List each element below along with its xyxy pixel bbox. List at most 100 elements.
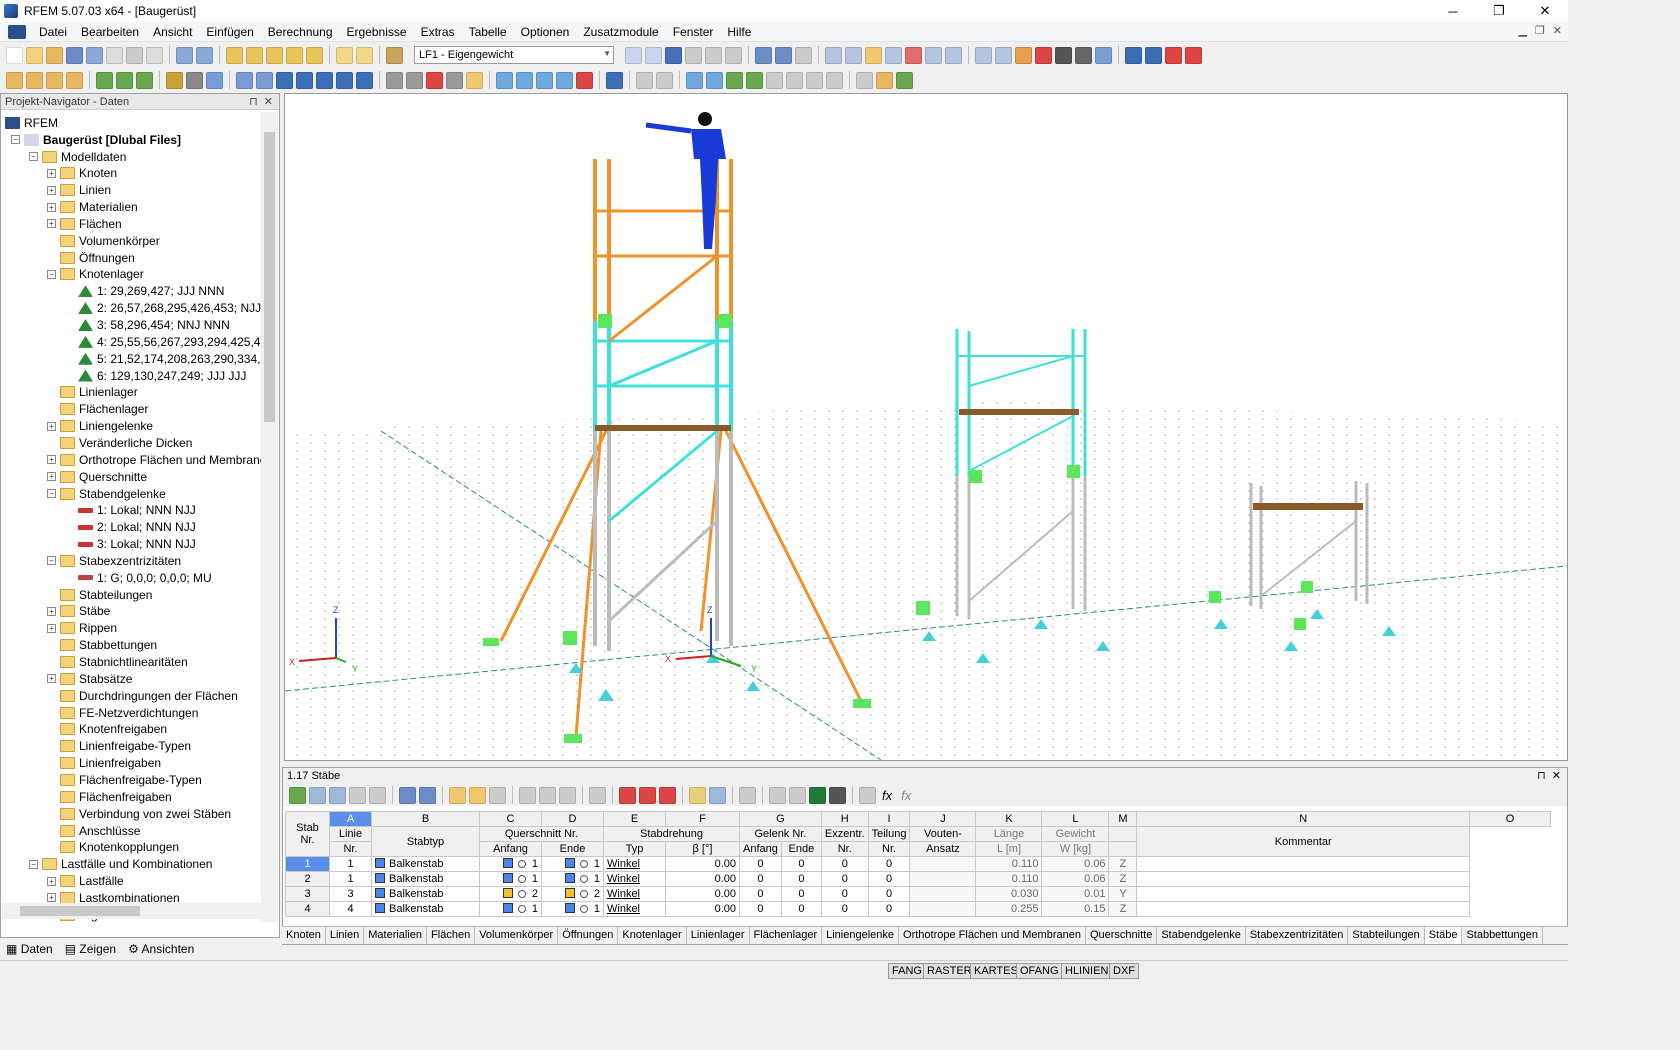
expand-icon[interactable]: +	[47, 674, 56, 684]
cell-linie[interactable]: 1	[329, 856, 372, 872]
expand-icon[interactable]: +	[47, 219, 56, 229]
support-icon[interactable]	[116, 71, 133, 89]
table-up-icon[interactable]	[519, 786, 536, 804]
tree-item[interactable]: − Knotenlager	[47, 266, 144, 283]
cell-vouten[interactable]	[909, 901, 977, 917]
expand-icon[interactable]: +	[47, 876, 56, 886]
camera-icon[interactable]	[1055, 46, 1072, 64]
row-number[interactable]: 4	[285, 901, 330, 917]
cell-stabtyp[interactable]: Balkenstab	[371, 901, 480, 917]
tree-item[interactable]: − Stabexzentrizitäten	[47, 552, 181, 569]
collapse-icon[interactable]: −	[29, 859, 38, 869]
dimension-icon[interactable]	[636, 71, 653, 89]
cell-vouten[interactable]	[909, 871, 977, 887]
table-tab[interactable]: Querschnitte	[1086, 927, 1158, 944]
coordinate-icon[interactable]	[746, 71, 763, 89]
expand-icon[interactable]: +	[47, 421, 56, 431]
collapse-icon[interactable]: −	[47, 489, 56, 498]
expand-icon[interactable]: +	[47, 623, 56, 633]
collapse-icon[interactable]: −	[47, 269, 56, 279]
menu-einfuegen[interactable]: Einfügen	[199, 25, 260, 39]
cell-gelenk-ende[interactable]: 0	[780, 871, 822, 887]
expand-icon[interactable]: +	[47, 168, 56, 178]
delete-icon[interactable]	[1035, 46, 1052, 64]
tree-item[interactable]: 2: 26,57,268,295,426,453; NJJ NNN	[65, 300, 261, 317]
status-ofang[interactable]: OFANG	[1016, 963, 1063, 979]
tree-item[interactable]: 5: 21,52,174,208,263,290,334,368,4	[65, 350, 261, 367]
select-box-icon[interactable]	[446, 71, 463, 89]
member-load-icon[interactable]	[296, 71, 313, 89]
table-tab[interactable]: Knotenlager	[618, 927, 687, 944]
cell-teilung[interactable]: 0	[867, 871, 911, 887]
cell-qs-anfang[interactable]: 1	[479, 901, 542, 917]
tree-item[interactable]: Stabteilungen	[47, 586, 152, 603]
open-project-icon[interactable]	[46, 46, 63, 64]
pan-icon[interactable]	[945, 46, 962, 64]
row-number[interactable]: 1	[285, 856, 330, 872]
imposed-load-icon[interactable]	[356, 71, 373, 89]
table-select-icon[interactable]	[469, 786, 486, 804]
table-tab[interactable]: Öffnungen	[558, 927, 619, 944]
search-icon[interactable]	[246, 46, 263, 64]
results-icon[interactable]	[665, 46, 682, 64]
table-tab[interactable]: Stabbettungen	[1462, 927, 1544, 944]
redo-icon[interactable]	[196, 46, 213, 64]
col-letter-a[interactable]: A	[329, 811, 372, 827]
tree-item[interactable]: Stabnichtlinearitäten	[47, 654, 188, 671]
measure-icon[interactable]	[975, 46, 992, 64]
status-raster[interactable]: RASTER	[923, 963, 976, 979]
axis-x-icon[interactable]	[496, 71, 513, 89]
expand-icon[interactable]: +	[47, 606, 56, 616]
cell-stabtyp[interactable]: Balkenstab	[371, 856, 480, 872]
table-view-icon[interactable]	[709, 786, 726, 804]
new-file-icon[interactable]	[6, 46, 23, 64]
render-icon[interactable]	[606, 71, 623, 89]
table-delete-icon[interactable]	[619, 786, 636, 804]
mdi-restore-icon[interactable]: ❐	[1535, 24, 1545, 37]
table-tab[interactable]: Orthotrope Flächen und Membranen	[899, 927, 1086, 944]
line-grid-icon[interactable]	[806, 71, 823, 89]
menu-tabelle[interactable]: Tabelle	[462, 25, 514, 39]
filter-icon[interactable]	[576, 71, 593, 89]
surface-icon[interactable]	[166, 71, 183, 89]
cell-linie[interactable]: 3	[329, 886, 372, 902]
clear-function-icon[interactable]: fx	[898, 788, 914, 803]
solid-icon[interactable]	[186, 71, 203, 89]
cell-kommentar[interactable]	[1136, 856, 1470, 872]
printout-report-icon[interactable]	[146, 46, 163, 64]
table-tab[interactable]: Knoten	[282, 927, 326, 944]
collapse-icon[interactable]: −	[47, 556, 56, 566]
next-load-case-icon[interactable]	[645, 46, 662, 64]
check-icon[interactable]	[896, 71, 913, 89]
navigator-horizontal-scrollbar[interactable]	[2, 903, 262, 919]
tree-root[interactable]: RFEM	[5, 114, 58, 131]
hinge-icon[interactable]	[136, 71, 153, 89]
cell-gelenk-ende[interactable]: 0	[780, 901, 822, 917]
open-file-icon[interactable]	[26, 46, 43, 64]
select-icon[interactable]	[865, 46, 882, 64]
status-hlinien[interactable]: HLINIEN	[1061, 963, 1113, 979]
tab-zeigen[interactable]: ▤ Zeigen	[65, 942, 116, 956]
cell-teilung[interactable]: 0	[867, 856, 911, 872]
tree-item[interactable]: − Stabendgelenke	[47, 485, 166, 502]
tree-item[interactable]: 2: Lokal; NNN NJJ	[65, 519, 196, 536]
cell-gelenk-anfang[interactable]: 0	[739, 871, 782, 887]
scrollbar-thumb[interactable]	[264, 132, 275, 422]
table-columns-icon[interactable]	[689, 786, 706, 804]
table-insert-row-icon[interactable]	[309, 786, 326, 804]
table-settings-icon[interactable]	[739, 786, 756, 804]
layout-icon[interactable]	[856, 71, 873, 89]
col-letter-i[interactable]: I	[867, 811, 911, 827]
tree-item[interactable]: + Rippen	[47, 620, 117, 637]
row-number[interactable]: 2	[285, 871, 330, 887]
cell-teilung[interactable]: 0	[867, 901, 911, 917]
table-paste-icon[interactable]	[369, 786, 386, 804]
tree-item[interactable]: + Stabsätze	[47, 670, 132, 687]
tree-item[interactable]: Durchdringungen der Flächen	[47, 687, 238, 704]
cross-section-icon[interactable]	[236, 71, 253, 89]
cell-dreh-typ[interactable]: Winkel	[603, 856, 666, 872]
table-tab[interactable]: Stabendgelenke	[1157, 927, 1246, 944]
tree-item[interactable]: Linienfreigabe-Typen	[47, 738, 191, 755]
table-sort-icon[interactable]	[559, 786, 576, 804]
tools-icon[interactable]	[876, 71, 893, 89]
